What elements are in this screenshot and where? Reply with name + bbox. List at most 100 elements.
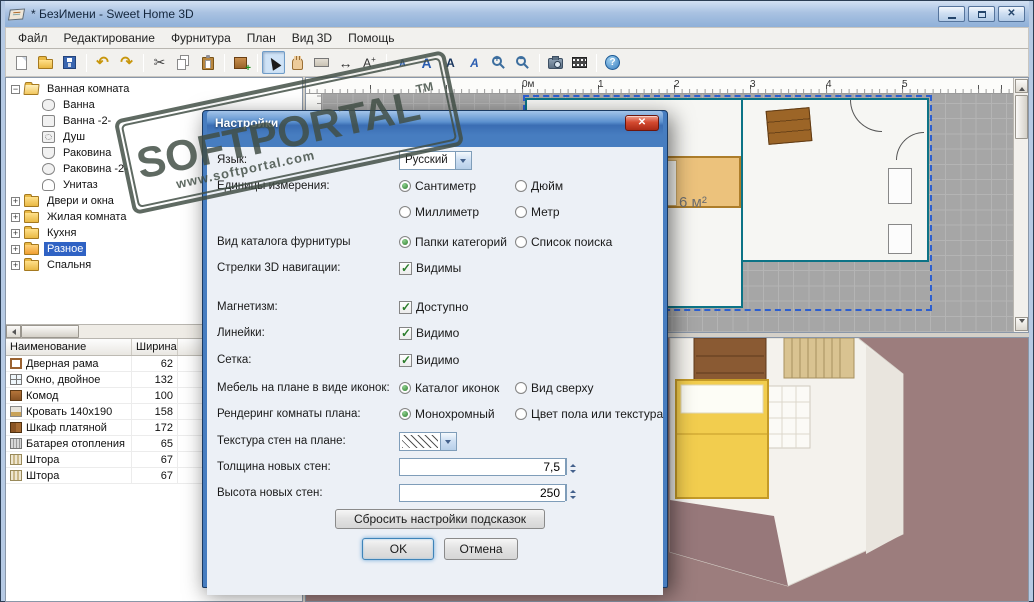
zoom-in-button[interactable] xyxy=(487,51,510,74)
add-furniture-button[interactable] xyxy=(229,51,252,74)
menu-plan[interactable]: План xyxy=(239,29,284,47)
menu-file[interactable]: Файл xyxy=(10,29,56,47)
italic-letter-icon: A xyxy=(470,55,479,70)
undo-button[interactable]: ↶ xyxy=(91,51,114,74)
checkbox-magnetism-enabled[interactable]: Доступно xyxy=(399,300,468,314)
help-icon: ? xyxy=(605,55,620,70)
expand-icon[interactable] xyxy=(11,196,20,206)
window-titlebar[interactable]: * БезИмени - Sweet Home 3D xyxy=(5,1,1029,27)
wall-texture-select[interactable] xyxy=(399,431,457,451)
cut-icon: ✂ xyxy=(153,54,166,70)
radio-icon xyxy=(515,408,527,420)
radio-centimeter[interactable]: Сантиметр xyxy=(399,179,476,193)
column-header-name[interactable]: Наименование xyxy=(6,339,132,355)
radio-floor-color-texture[interactable]: Цвет пола или текстура xyxy=(515,407,663,421)
window-icon xyxy=(10,374,22,385)
wall-texture-label: Текстура стен на плане: xyxy=(217,435,346,447)
save-icon xyxy=(63,56,76,69)
cancel-button[interactable]: Отмена xyxy=(444,538,518,560)
curtain-icon xyxy=(10,470,22,481)
open-button[interactable] xyxy=(34,51,57,74)
3d-window-shutters[interactable] xyxy=(783,338,855,379)
scrollbar-thumb[interactable] xyxy=(21,325,79,338)
expand-icon[interactable] xyxy=(11,212,20,222)
menu-furniture[interactable]: Фурнитура xyxy=(163,29,239,47)
toolbar-separator xyxy=(86,53,87,72)
wall-thickness-spinner[interactable] xyxy=(399,458,576,476)
menu-3d-view[interactable]: Вид 3D xyxy=(284,29,340,47)
reset-tips-button[interactable]: Сбросить настройки подсказок xyxy=(334,509,546,529)
collapse-icon[interactable] xyxy=(11,84,20,94)
dropdown-arrow-icon xyxy=(455,151,471,169)
redo-button[interactable]: ↷ xyxy=(115,51,138,74)
expand-icon[interactable] xyxy=(11,228,20,238)
furniture-icons-label: Мебель на плане в виде иконок: xyxy=(217,382,390,394)
scroll-down-button[interactable] xyxy=(1015,317,1028,331)
select-tool-button[interactable] xyxy=(262,51,285,74)
radio-search-list[interactable]: Список поиска xyxy=(515,235,612,249)
save-button[interactable] xyxy=(58,51,81,74)
expand-icon[interactable] xyxy=(11,244,20,254)
close-button[interactable] xyxy=(998,6,1025,22)
dropdown-arrow-icon xyxy=(440,432,456,450)
checkbox-nav-arrows-visible[interactable]: Видимы xyxy=(399,261,461,275)
create-photo-button[interactable] xyxy=(544,51,567,74)
ok-button[interactable]: OK xyxy=(362,538,435,560)
open-folder-icon xyxy=(38,56,53,69)
plan-vertical-scrollbar[interactable] xyxy=(1013,78,1028,332)
undo-icon: ↶ xyxy=(96,53,109,71)
sink-icon xyxy=(42,147,55,159)
checkbox-icon xyxy=(399,353,412,367)
wall-icon xyxy=(314,58,329,67)
help-button[interactable]: ? xyxy=(601,51,624,74)
expand-icon[interactable] xyxy=(11,260,20,270)
column-header-width[interactable]: Ширина xyxy=(132,339,178,355)
cut-button[interactable]: ✂ xyxy=(148,51,171,74)
scrollbar-thumb[interactable] xyxy=(1015,95,1028,139)
create-walls-button[interactable] xyxy=(310,51,333,74)
wall-thickness-input[interactable] xyxy=(399,458,565,476)
radio-monochrome[interactable]: Монохромный xyxy=(399,407,495,421)
3d-lattice[interactable] xyxy=(767,385,811,449)
menu-help[interactable]: Помощь xyxy=(340,29,402,47)
zoom-out-icon xyxy=(516,54,526,66)
radio-top-view[interactable]: Вид сверху xyxy=(515,381,594,395)
checkbox-icon xyxy=(399,326,412,340)
new-button[interactable] xyxy=(10,51,33,74)
scroll-left-button[interactable] xyxy=(6,325,21,338)
wall-thickness-label: Толщина новых стен: xyxy=(217,461,331,473)
pan-tool-button[interactable] xyxy=(286,51,309,74)
door-frame-icon xyxy=(10,358,22,369)
checkbox-grid-visible[interactable]: Видимо xyxy=(399,353,459,367)
menu-edit[interactable]: Редактирование xyxy=(56,29,163,47)
dialog-close-button[interactable] xyxy=(625,115,659,131)
dialog-body: Язык: Русский Единицы измерения: Сантиме… xyxy=(207,147,663,595)
create-video-button[interactable] xyxy=(568,51,591,74)
italic-button[interactable]: A xyxy=(463,51,486,74)
spin-down-button[interactable] xyxy=(565,492,576,501)
maximize-button[interactable] xyxy=(968,6,995,22)
new-document-icon xyxy=(16,55,27,70)
radio-icon-catalog[interactable]: Каталог иконок xyxy=(399,381,499,395)
checkbox-rulers-visible[interactable]: Видимо xyxy=(399,326,459,340)
radio-inch[interactable]: Дюйм xyxy=(515,179,563,193)
scroll-up-button[interactable] xyxy=(1015,79,1028,93)
room-rendering-label: Рендеринг комнаты плана: xyxy=(217,408,361,420)
radio-meter[interactable]: Метр xyxy=(515,205,560,219)
spin-down-button[interactable] xyxy=(565,466,576,475)
nav-arrows-label: Стрелки 3D навигации: xyxy=(217,262,341,274)
radio-category-folders[interactable]: Папки категорий xyxy=(399,235,507,249)
catalog-view-label: Вид каталога фурнитуры xyxy=(217,236,351,248)
radio-millimeter[interactable]: Миллиметр xyxy=(399,205,479,219)
radio-icon xyxy=(399,236,411,248)
copy-button[interactable] xyxy=(172,51,195,74)
wall-height-spinner[interactable] xyxy=(399,484,576,502)
zoom-in-icon xyxy=(492,54,502,66)
film-icon xyxy=(572,57,587,68)
checkbox-icon xyxy=(399,300,412,314)
zoom-out-button[interactable] xyxy=(511,51,534,74)
wall-height-input[interactable] xyxy=(399,484,565,502)
minimize-button[interactable] xyxy=(938,6,965,22)
paste-button[interactable] xyxy=(196,51,219,74)
paste-icon xyxy=(201,55,214,70)
